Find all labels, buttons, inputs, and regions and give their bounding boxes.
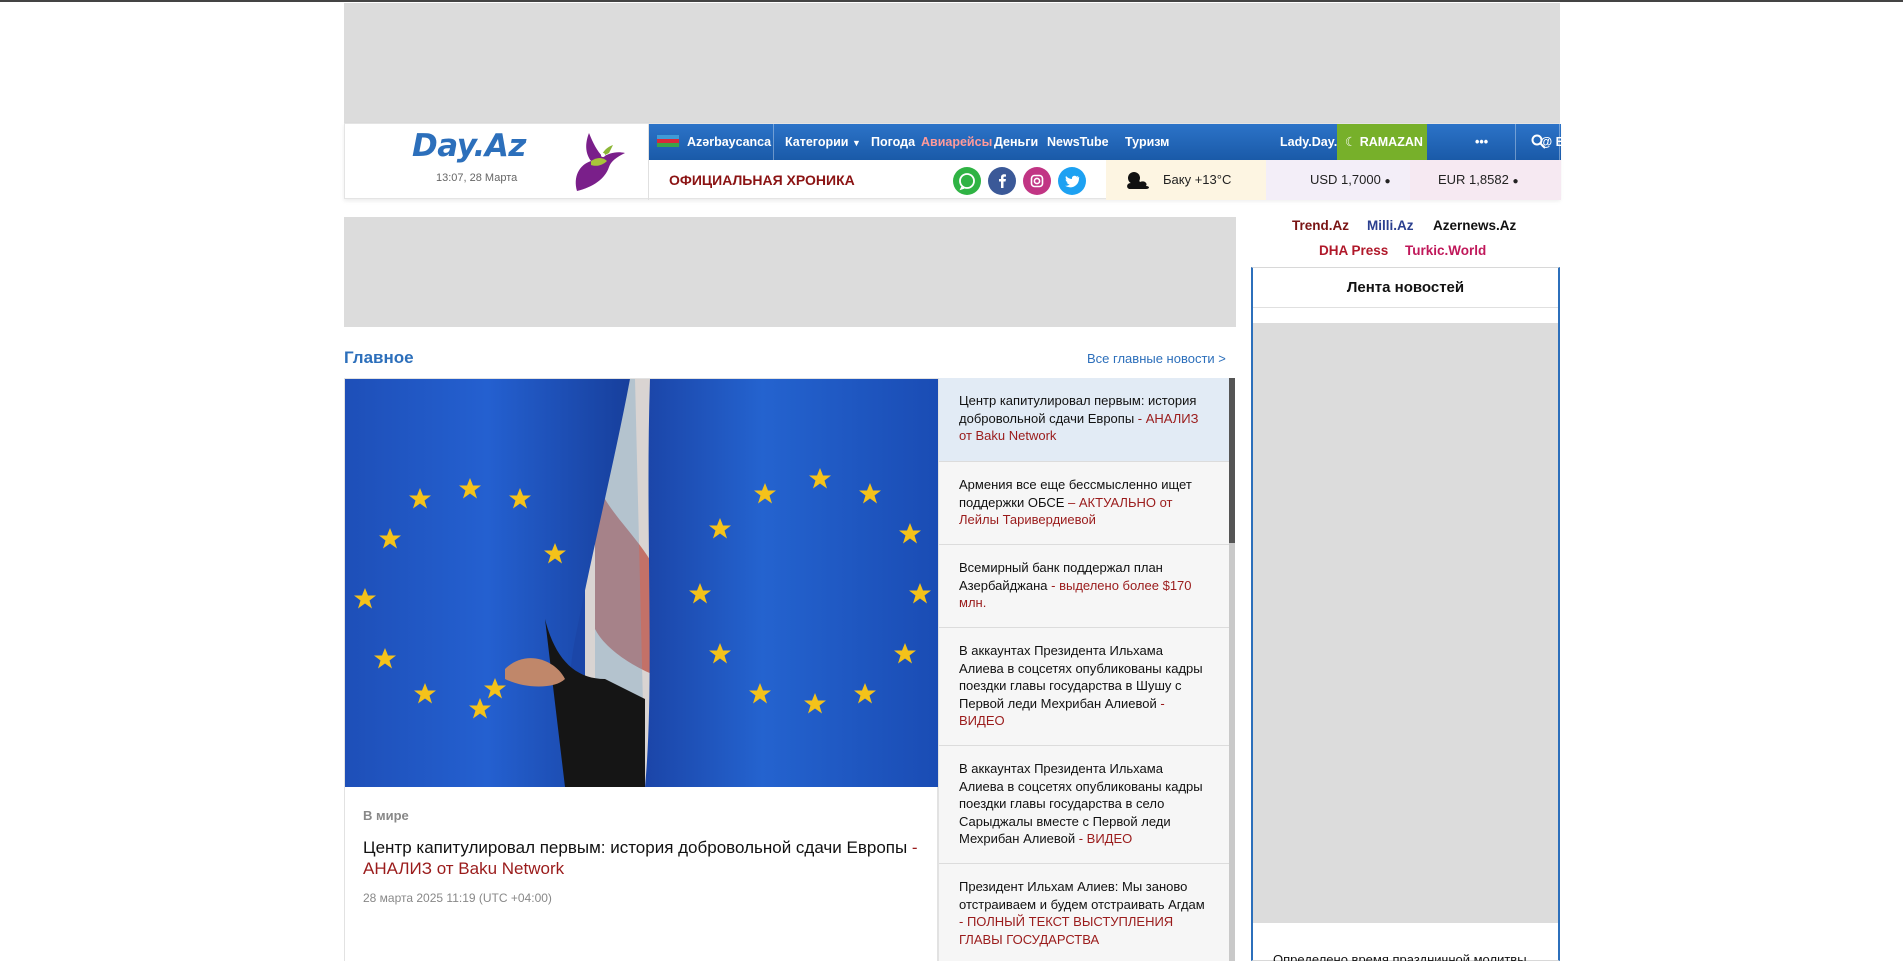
weather-widget[interactable]: Баку +13°C: [1106, 160, 1266, 200]
article-title-text: Центр капитулировал первым: история добр…: [363, 838, 908, 857]
partner-azernews[interactable]: Azernews.Az: [1433, 218, 1516, 233]
list-item-suffix: - ПОЛНЫЙ ТЕКСТ ВЫСТУПЛЕНИЯ ГЛАВЫ ГОСУДАР…: [959, 914, 1174, 947]
feed-ad-banner[interactable]: [1253, 323, 1558, 923]
caret-down-icon: ▼: [851, 138, 861, 148]
nav-categories-label: Категории: [785, 135, 849, 149]
partner-milli[interactable]: Milli.Az: [1367, 218, 1414, 233]
nav-tourism[interactable]: Туризм: [1125, 124, 1169, 160]
list-item-text: Президент Ильхам Алиев: Мы заново отстра…: [959, 879, 1205, 912]
nav-divider: [1515, 124, 1516, 160]
list-item[interactable]: В аккаунтах Президента Ильхама Алиева в …: [939, 628, 1229, 746]
ramazan-label: RAMAZAN: [1359, 135, 1423, 149]
list-item-text: В аккаунтах Президента Ильхама Алиева в …: [959, 643, 1203, 711]
nav-language-label: Azərbaycanca: [687, 135, 772, 149]
ramazan-button[interactable]: ☾ RAMAZAN: [1337, 124, 1427, 160]
hummingbird-logo-icon: [575, 133, 625, 191]
azerbaijan-flag-icon: [657, 135, 679, 147]
list-scrollbar-thumb[interactable]: [1229, 378, 1235, 543]
nav-divider: [773, 124, 774, 160]
instagram-icon[interactable]: [1023, 167, 1051, 195]
partner-trend[interactable]: Trend.Az: [1292, 218, 1349, 233]
featured-article[interactable]: В мире Центр капитулировал первым: истор…: [344, 378, 939, 961]
cloudy-night-icon: [1127, 172, 1149, 189]
featured-image[interactable]: [345, 379, 939, 787]
mid-ad-banner[interactable]: [344, 217, 1236, 327]
site-logo[interactable]: Day.Az: [412, 128, 526, 164]
section-title[interactable]: Главное: [344, 348, 414, 368]
current-datetime: 13:07, 28 Марта: [436, 172, 518, 184]
feed-item[interactable]: Определено время праздничной молитвы: [1273, 952, 1527, 961]
site-header: Day.Az 13:07, 28 Марта Azərbaycanca Кате…: [344, 123, 1587, 200]
eur-rate-widget[interactable]: EUR 1,8582 ●: [1410, 160, 1561, 200]
nav-newstube[interactable]: NewsTube: [1047, 124, 1109, 160]
partner-turkic[interactable]: Turkic.World: [1405, 243, 1486, 258]
top-border: [0, 0, 1903, 2]
usd-rate: USD 1,7000: [1310, 172, 1381, 187]
rate-dot-icon: ●: [1384, 176, 1391, 187]
article-title[interactable]: Центр капитулировал первым: история добр…: [363, 837, 923, 879]
facebook-icon[interactable]: [988, 167, 1016, 195]
list-item[interactable]: Всемирный банк поддержал план Азербайджа…: [939, 545, 1229, 628]
whatsapp-icon[interactable]: [953, 167, 981, 195]
list-item[interactable]: Центр капитулировал первым: история добр…: [939, 378, 1229, 462]
moon-icon: ☾: [1345, 135, 1357, 149]
main-news-list: Центр капитулировал первым: история добр…: [938, 378, 1236, 961]
list-item[interactable]: Армения все еще бессмысленно ищет поддер…: [939, 462, 1229, 545]
rate-dot-icon: ●: [1512, 176, 1519, 187]
article-category[interactable]: В мире: [363, 808, 409, 823]
partner-dha[interactable]: DHA Press: [1319, 243, 1388, 258]
weather-text: Баку +13°C: [1163, 172, 1232, 187]
list-item[interactable]: Президент Ильхам Алиев: Мы заново отстра…: [939, 864, 1229, 961]
nav-more-button[interactable]: •••: [1475, 124, 1488, 160]
official-chronicle-link[interactable]: ОФИЦИАЛЬНАЯ ХРОНИКА: [669, 172, 855, 188]
list-item-suffix: - ВИДЕО: [1075, 831, 1133, 846]
all-main-news-link[interactable]: Все главные новости >: [1087, 351, 1226, 366]
usd-rate-widget[interactable]: USD 1,7000 ●: [1266, 160, 1410, 200]
sub-header: ОФИЦИАЛЬНАЯ ХРОНИКА Баку +13°C USD 1,700…: [649, 160, 1561, 200]
nav-weather[interactable]: Погода: [871, 124, 915, 160]
nav-categories[interactable]: Категории ▼: [785, 124, 861, 160]
eur-rate: EUR 1,8582: [1438, 172, 1509, 187]
nav-language[interactable]: Azərbaycanca: [657, 124, 771, 160]
nav-money[interactable]: Деньги: [994, 124, 1038, 160]
twitter-icon[interactable]: [1058, 167, 1086, 195]
list-item[interactable]: В аккаунтах Президента Ильхама Алиева в …: [939, 746, 1229, 864]
logo-area: Day.Az 13:07, 28 Марта: [345, 124, 649, 200]
top-ad-banner[interactable]: [344, 3, 1560, 123]
article-date: 28 марта 2025 11:19 (UTC +04:00): [363, 891, 552, 905]
news-feed: Лента новостей Определено время празднич…: [1251, 267, 1560, 961]
news-feed-title[interactable]: Лента новостей: [1253, 268, 1558, 308]
main-nav: Azərbaycanca Категории ▼ Погода Авиарейс…: [649, 124, 1561, 160]
nav-flights[interactable]: Авиарейсы: [921, 124, 992, 160]
login-button[interactable]: @ Вход: [1540, 124, 1587, 160]
